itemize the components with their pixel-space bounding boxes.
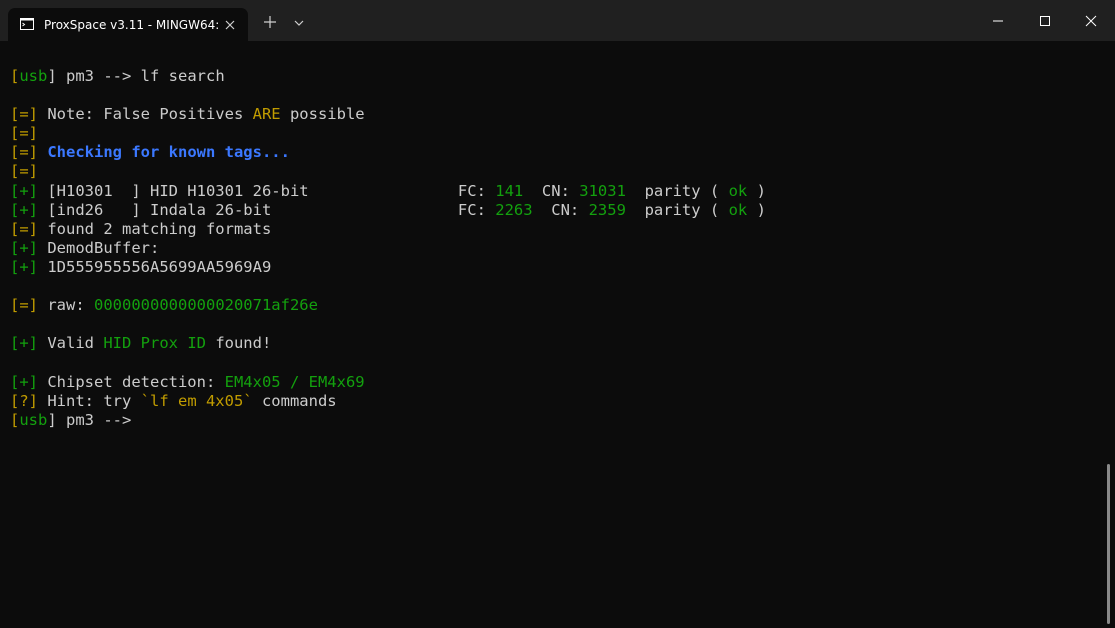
- terminal-text: usb: [19, 67, 48, 85]
- maximize-icon: [1040, 16, 1050, 26]
- chevron-down-icon[interactable]: [290, 14, 308, 32]
- terminal-text: 2263: [495, 200, 533, 219]
- terminal-text: [=]: [10, 124, 38, 143]
- terminal-text: [=]: [10, 219, 38, 238]
- terminal-text: DemodBuffer:: [38, 238, 160, 257]
- terminal-line: [=]: [10, 162, 766, 181]
- terminal-text: [+]: [10, 181, 38, 200]
- terminal-text: usb: [19, 410, 48, 429]
- terminal-line: [+] DemodBuffer:: [10, 239, 766, 258]
- terminal-line: [=] found 2 matching formats: [10, 220, 766, 239]
- terminal-text: 2359: [588, 200, 626, 219]
- terminal-line: [=] raw: 0000000000000020071af26e: [10, 296, 766, 315]
- scrollbar-thumb[interactable]: [1107, 464, 1110, 624]
- terminal-output[interactable]: [usb] pm3 --> lf search [=] Note: False …: [0, 41, 1105, 628]
- plus-icon[interactable]: [260, 12, 280, 32]
- terminal-text: ok: [728, 200, 748, 219]
- terminal-text: ] pm3 -->: [47, 410, 132, 429]
- terminal-text: [+]: [10, 372, 38, 391]
- terminal-line: [+] Chipset detection: EM4x05 / EM4x69: [10, 373, 766, 392]
- terminal-text: [=]: [10, 296, 38, 315]
- terminal-text: Hint: try: [38, 391, 141, 410]
- terminal-text: Chipset detection:: [38, 372, 225, 391]
- terminal-text: 31031: [579, 181, 626, 200]
- terminal-text: 141: [495, 181, 524, 200]
- terminal-text: [=]: [10, 162, 38, 181]
- terminal-lines: [usb] pm3 --> lf search [=] Note: False …: [10, 67, 766, 430]
- terminal-text: Valid: [38, 334, 104, 353]
- window-close-button[interactable]: [1068, 0, 1114, 41]
- terminal-text: found 2 matching formats: [38, 219, 272, 238]
- terminal-line: [usb] pm3 --> lf search: [10, 67, 766, 86]
- terminal-text: ): [747, 200, 766, 219]
- terminal-text: parity (: [625, 181, 729, 200]
- tab-proxspace[interactable]: ProxSpace v3.11 - MINGW64:~: [8, 8, 248, 41]
- close-icon: [1085, 15, 1097, 27]
- terminal-text: CN:: [532, 200, 589, 219]
- terminal-text: [: [10, 67, 20, 85]
- terminal-line: [=] Checking for known tags...: [10, 143, 766, 162]
- terminal-text: found!: [205, 334, 272, 353]
- terminal-text: [+]: [10, 200, 38, 219]
- terminal-text: Checking for known tags...: [47, 143, 290, 162]
- terminal-line: [=]: [10, 124, 766, 143]
- terminal-text: [+]: [10, 257, 38, 276]
- terminal-text: [ind26 ] Indala 26-bit FC:: [38, 200, 496, 219]
- terminal-text: [+]: [10, 334, 38, 353]
- terminal-text: HID Prox ID: [103, 334, 206, 353]
- terminal-text: ok: [728, 181, 748, 200]
- close-icon[interactable]: [222, 17, 238, 33]
- terminal-text: possible: [280, 105, 365, 124]
- terminal-text: EM4x05 / EM4x69: [224, 372, 365, 391]
- terminal-text: 1D555955556A5699AA5969A9: [38, 257, 272, 276]
- terminal-text: CN:: [523, 181, 580, 200]
- terminal-line: [?] Hint: try `lf em 4x05` commands: [10, 392, 766, 411]
- terminal-text: [=]: [10, 143, 38, 162]
- terminal-text: ): [747, 181, 766, 200]
- terminal-text: raw:: [38, 296, 94, 315]
- minimize-button[interactable]: [975, 0, 1021, 41]
- maximize-button[interactable]: [1022, 0, 1068, 41]
- terminal-text: `lf em 4x05`: [140, 391, 253, 410]
- terminal-line: [+] Valid HID Prox ID found!: [10, 334, 766, 353]
- terminal-window: ProxSpace v3.11 - MINGW64:~ [usb] pm3 --…: [0, 0, 1115, 628]
- tab-title: ProxSpace v3.11 - MINGW64:~: [44, 18, 218, 32]
- terminal-text: parity (: [625, 200, 729, 219]
- console-icon: [20, 18, 34, 30]
- terminal-text: [H10301 ] HID H10301 26-bit FC:: [38, 181, 496, 200]
- title-bar: ProxSpace v3.11 - MINGW64:~: [0, 0, 1115, 41]
- terminal-text: ] pm3 --> lf search: [47, 67, 225, 85]
- terminal-text: Note: False Positives: [38, 105, 253, 124]
- terminal-line: [+] 1D555955556A5699AA5969A9: [10, 258, 766, 277]
- terminal-line: [=] Note: False Positives ARE possible: [10, 105, 766, 124]
- terminal-line: [+] [ind26 ] Indala 26-bit FC: 2263 CN: …: [10, 201, 766, 220]
- terminal-text: [+]: [10, 238, 38, 257]
- terminal-text: 0000000000000020071af26e: [94, 296, 318, 315]
- terminal-text: commands: [252, 391, 337, 410]
- terminal-text: [?]: [10, 391, 38, 410]
- terminal-text: ARE: [252, 105, 281, 124]
- terminal-text: [=]: [10, 105, 38, 124]
- terminal-text: [: [10, 410, 20, 429]
- minimize-icon: [993, 20, 1003, 22]
- terminal-line: [+] [H10301 ] HID H10301 26-bit FC: 141 …: [10, 182, 766, 201]
- terminal-line: [usb] pm3 -->: [10, 411, 766, 430]
